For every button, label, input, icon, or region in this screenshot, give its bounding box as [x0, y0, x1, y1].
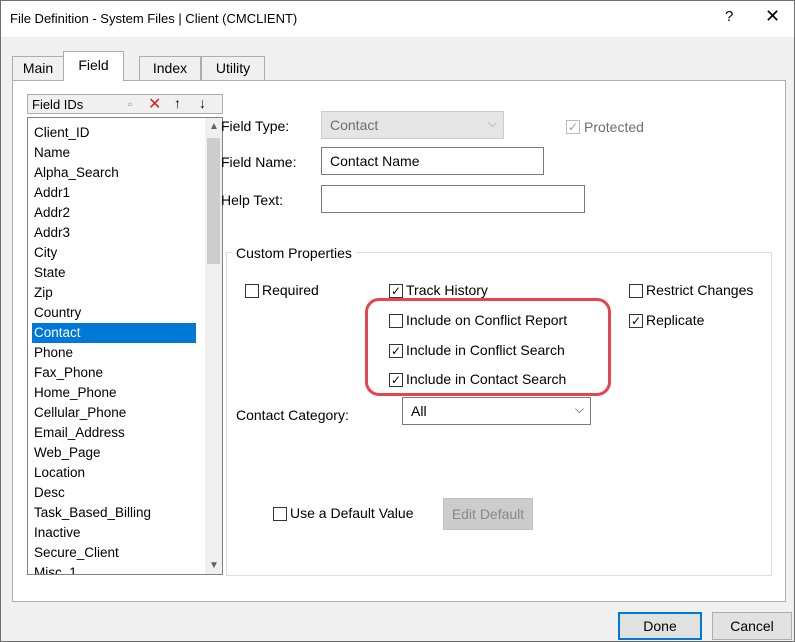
list-item[interactable]: Name	[32, 143, 196, 163]
custom-properties-title: Custom Properties	[232, 245, 356, 261]
chevron-down-icon: ⌵	[574, 402, 584, 416]
use-default-checkbox[interactable]	[273, 507, 287, 521]
help-button[interactable]: ?	[725, 8, 733, 25]
field-ids-list[interactable]: Client_ID Name Alpha_Search Addr1 Addr2 …	[27, 117, 223, 575]
tab-field[interactable]: Field	[63, 51, 124, 81]
restrict-changes-label: Restrict Changes	[646, 282, 754, 298]
list-item[interactable]: Zip	[32, 283, 196, 303]
field-ids-header: Field IDs ▫ ✕ ↑ ↓	[27, 94, 223, 114]
done-button[interactable]: Done	[618, 612, 702, 640]
tab-utility-label: Utility	[215, 60, 251, 76]
list-item[interactable]: Addr1	[32, 183, 196, 203]
window-title: File Definition - System Files | Client …	[10, 11, 298, 26]
move-up-icon[interactable]: ↑	[174, 95, 181, 111]
use-default-label: Use a Default Value	[290, 505, 414, 521]
replicate-label: Replicate	[646, 312, 705, 328]
list-item[interactable]: Phone	[32, 343, 196, 363]
list-item[interactable]: Email_Address	[32, 423, 196, 443]
help-text-label: Help Text:	[221, 192, 283, 208]
list-item[interactable]: Fax_Phone	[32, 363, 196, 383]
contact-category-label: Contact Category:	[236, 407, 349, 423]
field-type-label: Field Type:	[221, 118, 290, 134]
list-item[interactable]: Alpha_Search	[32, 163, 196, 183]
list-item[interactable]: State	[32, 263, 196, 283]
list-item[interactable]: Country	[32, 303, 196, 323]
required-label: Required	[262, 282, 319, 298]
contact-category-value: All	[411, 403, 427, 419]
list-item[interactable]: Cellular_Phone	[32, 403, 196, 423]
list-item[interactable]: Home_Phone	[32, 383, 196, 403]
new-field-icon[interactable]: ▫	[128, 97, 132, 111]
protected-label: Protected	[584, 119, 644, 135]
list-item[interactable]: Misc_1	[32, 563, 196, 574]
restrict-changes-checkbox[interactable]	[629, 284, 643, 298]
replicate-checkbox[interactable]: ✓	[629, 314, 643, 328]
title-bar: File Definition - System Files | Client …	[1, 1, 794, 37]
file-definition-dialog: File Definition - System Files | Client …	[0, 0, 795, 642]
tab-main-label: Main	[22, 60, 54, 76]
field-ids-label: Field IDs	[32, 97, 84, 112]
protected-checkbox[interactable]: ✓	[566, 120, 580, 134]
list-item[interactable]: Task_Based_Billing	[32, 503, 196, 523]
field-name-input[interactable]: Contact Name	[321, 147, 544, 175]
tab-utility[interactable]: Utility	[201, 56, 265, 80]
list-item[interactable]: City	[32, 243, 196, 263]
required-checkbox[interactable]	[245, 284, 259, 298]
track-history-label: Track History	[406, 282, 488, 298]
list-item[interactable]: Client_ID	[32, 123, 196, 143]
help-text-input[interactable]	[321, 185, 585, 213]
track-history-checkbox[interactable]: ✓	[389, 284, 403, 298]
cancel-button[interactable]: Cancel	[712, 612, 792, 640]
list-item[interactable]: Addr2	[32, 203, 196, 223]
list-item[interactable]: Inactive	[32, 523, 196, 543]
list-scrollbar[interactable]: ▲ ▼	[205, 118, 222, 574]
list-item[interactable]: Secure_Client	[32, 543, 196, 563]
highlight-annotation	[365, 298, 611, 396]
list-item[interactable]: Addr3	[32, 223, 196, 243]
list-item[interactable]: Desc	[32, 483, 196, 503]
list-item[interactable]: Web_Page	[32, 443, 196, 463]
chevron-up-icon[interactable]: ▲	[209, 121, 219, 132]
chevron-down-icon: ⌵	[487, 116, 497, 130]
edit-default-button[interactable]: Edit Default	[443, 498, 533, 530]
tab-index[interactable]: Index	[139, 56, 201, 80]
close-button[interactable]: ✕	[765, 6, 780, 27]
delete-field-icon[interactable]: ✕	[148, 94, 161, 114]
list-item[interactable]: Location	[32, 463, 196, 483]
list-item-selected[interactable]: Contact	[32, 323, 196, 343]
tab-field-label: Field	[78, 57, 109, 73]
field-type-select[interactable]: Contact ⌵	[321, 111, 504, 139]
contact-category-select[interactable]: All ⌵	[402, 397, 591, 425]
chevron-down-icon[interactable]: ▼	[209, 560, 219, 571]
tab-main[interactable]: Main	[12, 56, 64, 80]
field-name-label: Field Name:	[221, 154, 297, 170]
field-type-value: Contact	[330, 117, 379, 133]
scroll-thumb[interactable]	[207, 138, 220, 264]
tab-index-label: Index	[152, 60, 188, 76]
move-down-icon[interactable]: ↓	[199, 95, 206, 111]
